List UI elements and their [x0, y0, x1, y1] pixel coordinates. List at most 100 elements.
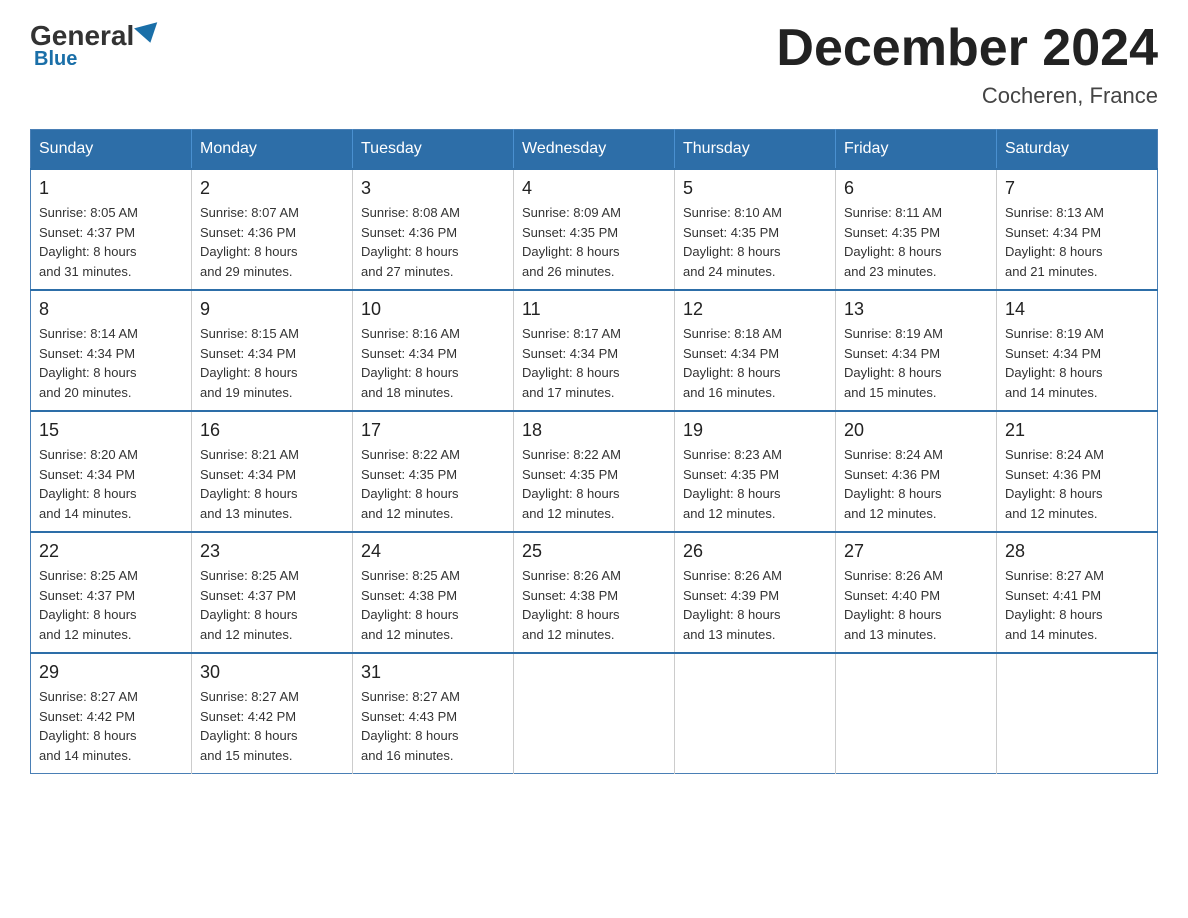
- table-row: [675, 653, 836, 774]
- day-info: Sunrise: 8:25 AMSunset: 4:37 PMDaylight:…: [200, 566, 344, 644]
- table-row: 21 Sunrise: 8:24 AMSunset: 4:36 PMDaylig…: [997, 411, 1158, 532]
- table-row: 14 Sunrise: 8:19 AMSunset: 4:34 PMDaylig…: [997, 290, 1158, 411]
- calendar-table: Sunday Monday Tuesday Wednesday Thursday…: [30, 129, 1158, 774]
- calendar-header-row: Sunday Monday Tuesday Wednesday Thursday…: [31, 130, 1158, 170]
- table-row: 12 Sunrise: 8:18 AMSunset: 4:34 PMDaylig…: [675, 290, 836, 411]
- day-number: 26: [683, 541, 827, 562]
- table-row: 18 Sunrise: 8:22 AMSunset: 4:35 PMDaylig…: [514, 411, 675, 532]
- table-row: 31 Sunrise: 8:27 AMSunset: 4:43 PMDaylig…: [353, 653, 514, 774]
- logo-blue-text: Blue: [34, 48, 160, 71]
- header-wednesday: Wednesday: [514, 130, 675, 170]
- calendar-location: Cocheren, France: [776, 83, 1158, 109]
- day-number: 15: [39, 420, 183, 441]
- day-number: 24: [361, 541, 505, 562]
- day-info: Sunrise: 8:08 AMSunset: 4:36 PMDaylight:…: [361, 203, 505, 281]
- calendar-title: December 2024: [776, 20, 1158, 77]
- day-info: Sunrise: 8:17 AMSunset: 4:34 PMDaylight:…: [522, 324, 666, 402]
- day-info: Sunrise: 8:23 AMSunset: 4:35 PMDaylight:…: [683, 445, 827, 523]
- day-info: Sunrise: 8:24 AMSunset: 4:36 PMDaylight:…: [1005, 445, 1149, 523]
- table-row: [997, 653, 1158, 774]
- table-row: 16 Sunrise: 8:21 AMSunset: 4:34 PMDaylig…: [192, 411, 353, 532]
- day-number: 6: [844, 178, 988, 199]
- day-number: 21: [1005, 420, 1149, 441]
- day-info: Sunrise: 8:14 AMSunset: 4:34 PMDaylight:…: [39, 324, 183, 402]
- table-row: 2 Sunrise: 8:07 AMSunset: 4:36 PMDayligh…: [192, 169, 353, 290]
- day-number: 29: [39, 662, 183, 683]
- day-number: 14: [1005, 299, 1149, 320]
- title-area: December 2024 Cocheren, France: [776, 20, 1158, 109]
- day-info: Sunrise: 8:26 AMSunset: 4:39 PMDaylight:…: [683, 566, 827, 644]
- day-number: 27: [844, 541, 988, 562]
- table-row: 28 Sunrise: 8:27 AMSunset: 4:41 PMDaylig…: [997, 532, 1158, 653]
- day-number: 8: [39, 299, 183, 320]
- day-info: Sunrise: 8:27 AMSunset: 4:43 PMDaylight:…: [361, 687, 505, 765]
- day-info: Sunrise: 8:26 AMSunset: 4:38 PMDaylight:…: [522, 566, 666, 644]
- table-row: 10 Sunrise: 8:16 AMSunset: 4:34 PMDaylig…: [353, 290, 514, 411]
- day-info: Sunrise: 8:19 AMSunset: 4:34 PMDaylight:…: [1005, 324, 1149, 402]
- day-info: Sunrise: 8:16 AMSunset: 4:34 PMDaylight:…: [361, 324, 505, 402]
- table-row: 24 Sunrise: 8:25 AMSunset: 4:38 PMDaylig…: [353, 532, 514, 653]
- table-row: 1 Sunrise: 8:05 AMSunset: 4:37 PMDayligh…: [31, 169, 192, 290]
- table-row: 27 Sunrise: 8:26 AMSunset: 4:40 PMDaylig…: [836, 532, 997, 653]
- day-number: 7: [1005, 178, 1149, 199]
- day-info: Sunrise: 8:25 AMSunset: 4:38 PMDaylight:…: [361, 566, 505, 644]
- table-row: 30 Sunrise: 8:27 AMSunset: 4:42 PMDaylig…: [192, 653, 353, 774]
- table-row: 9 Sunrise: 8:15 AMSunset: 4:34 PMDayligh…: [192, 290, 353, 411]
- day-info: Sunrise: 8:07 AMSunset: 4:36 PMDaylight:…: [200, 203, 344, 281]
- logo-triangle-icon: [134, 22, 162, 46]
- header-saturday: Saturday: [997, 130, 1158, 170]
- table-row: 20 Sunrise: 8:24 AMSunset: 4:36 PMDaylig…: [836, 411, 997, 532]
- day-info: Sunrise: 8:19 AMSunset: 4:34 PMDaylight:…: [844, 324, 988, 402]
- day-info: Sunrise: 8:10 AMSunset: 4:35 PMDaylight:…: [683, 203, 827, 281]
- day-number: 19: [683, 420, 827, 441]
- day-info: Sunrise: 8:20 AMSunset: 4:34 PMDaylight:…: [39, 445, 183, 523]
- day-number: 10: [361, 299, 505, 320]
- day-info: Sunrise: 8:27 AMSunset: 4:42 PMDaylight:…: [200, 687, 344, 765]
- day-number: 12: [683, 299, 827, 320]
- table-row: 5 Sunrise: 8:10 AMSunset: 4:35 PMDayligh…: [675, 169, 836, 290]
- header-tuesday: Tuesday: [353, 130, 514, 170]
- day-number: 16: [200, 420, 344, 441]
- day-info: Sunrise: 8:27 AMSunset: 4:42 PMDaylight:…: [39, 687, 183, 765]
- table-row: 23 Sunrise: 8:25 AMSunset: 4:37 PMDaylig…: [192, 532, 353, 653]
- day-info: Sunrise: 8:15 AMSunset: 4:34 PMDaylight:…: [200, 324, 344, 402]
- header-friday: Friday: [836, 130, 997, 170]
- header-monday: Monday: [192, 130, 353, 170]
- day-number: 28: [1005, 541, 1149, 562]
- day-info: Sunrise: 8:22 AMSunset: 4:35 PMDaylight:…: [522, 445, 666, 523]
- header-thursday: Thursday: [675, 130, 836, 170]
- table-row: 7 Sunrise: 8:13 AMSunset: 4:34 PMDayligh…: [997, 169, 1158, 290]
- day-info: Sunrise: 8:25 AMSunset: 4:37 PMDaylight:…: [39, 566, 183, 644]
- day-info: Sunrise: 8:11 AMSunset: 4:35 PMDaylight:…: [844, 203, 988, 281]
- day-number: 25: [522, 541, 666, 562]
- day-number: 2: [200, 178, 344, 199]
- day-number: 31: [361, 662, 505, 683]
- day-info: Sunrise: 8:24 AMSunset: 4:36 PMDaylight:…: [844, 445, 988, 523]
- day-info: Sunrise: 8:22 AMSunset: 4:35 PMDaylight:…: [361, 445, 505, 523]
- day-info: Sunrise: 8:21 AMSunset: 4:34 PMDaylight:…: [200, 445, 344, 523]
- calendar-week-row: 22 Sunrise: 8:25 AMSunset: 4:37 PMDaylig…: [31, 532, 1158, 653]
- day-info: Sunrise: 8:26 AMSunset: 4:40 PMDaylight:…: [844, 566, 988, 644]
- table-row: 17 Sunrise: 8:22 AMSunset: 4:35 PMDaylig…: [353, 411, 514, 532]
- table-row: 3 Sunrise: 8:08 AMSunset: 4:36 PMDayligh…: [353, 169, 514, 290]
- day-info: Sunrise: 8:27 AMSunset: 4:41 PMDaylight:…: [1005, 566, 1149, 644]
- table-row: 26 Sunrise: 8:26 AMSunset: 4:39 PMDaylig…: [675, 532, 836, 653]
- table-row: 29 Sunrise: 8:27 AMSunset: 4:42 PMDaylig…: [31, 653, 192, 774]
- table-row: 8 Sunrise: 8:14 AMSunset: 4:34 PMDayligh…: [31, 290, 192, 411]
- day-number: 4: [522, 178, 666, 199]
- day-number: 3: [361, 178, 505, 199]
- day-number: 1: [39, 178, 183, 199]
- table-row: [514, 653, 675, 774]
- day-number: 18: [522, 420, 666, 441]
- day-number: 11: [522, 299, 666, 320]
- day-number: 23: [200, 541, 344, 562]
- calendar-week-row: 8 Sunrise: 8:14 AMSunset: 4:34 PMDayligh…: [31, 290, 1158, 411]
- calendar-week-row: 15 Sunrise: 8:20 AMSunset: 4:34 PMDaylig…: [31, 411, 1158, 532]
- table-row: 13 Sunrise: 8:19 AMSunset: 4:34 PMDaylig…: [836, 290, 997, 411]
- table-row: 15 Sunrise: 8:20 AMSunset: 4:34 PMDaylig…: [31, 411, 192, 532]
- logo: General Blue: [30, 20, 160, 71]
- table-row: 19 Sunrise: 8:23 AMSunset: 4:35 PMDaylig…: [675, 411, 836, 532]
- day-number: 20: [844, 420, 988, 441]
- table-row: [836, 653, 997, 774]
- day-info: Sunrise: 8:09 AMSunset: 4:35 PMDaylight:…: [522, 203, 666, 281]
